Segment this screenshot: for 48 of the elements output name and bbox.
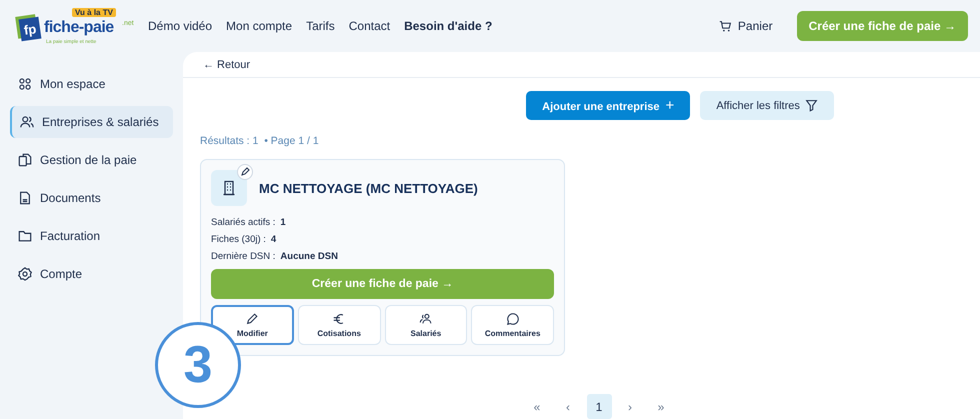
company-name: MC NETTOYAGE (MC NETTOYAGE) — [259, 180, 478, 196]
nav-link[interactable]: Besoin d'aide ? — [404, 19, 492, 33]
nav-link[interactable]: Tarifs — [306, 19, 335, 33]
stat-label: Salariés actifs : — [211, 217, 276, 228]
nav-link[interactable]: Démo vidéo — [148, 19, 212, 33]
sidebar-item[interactable]: Compte — [10, 258, 173, 290]
action-button[interactable]: Commentaires — [471, 305, 554, 345]
users-icon — [20, 115, 34, 129]
filter-icon — [804, 99, 818, 112]
logo-mark: fp — [18, 16, 42, 42]
sidebar-item[interactable]: Facturation — [10, 220, 173, 252]
action-button[interactable]: Salariés — [384, 305, 468, 345]
cart-link[interactable]: Panier — [738, 19, 773, 33]
chat-icon — [506, 312, 520, 326]
pagination-button[interactable]: 1 — [586, 394, 612, 419]
stat-label: Fiches (30j) : — [211, 234, 266, 245]
doc-icon — [18, 191, 32, 205]
action-button[interactable]: Modifier — [211, 305, 294, 345]
stat-value: Aucune DSN — [280, 251, 338, 262]
back-link[interactable]: ← Retour — [203, 58, 250, 70]
show-filters-button[interactable]: Afficher les filtres — [700, 91, 834, 120]
stat-label: Dernière DSN : — [211, 251, 276, 262]
logo-name: fiche-paie — [44, 19, 114, 37]
stat-value: 4 — [270, 234, 276, 245]
building-icon — [221, 180, 237, 196]
sidebar-item[interactable]: Documents — [10, 182, 173, 214]
files-icon — [18, 153, 32, 167]
pagination-button[interactable]: « — [524, 394, 550, 419]
pencil-icon — [245, 312, 260, 326]
stat-value: 1 — [280, 217, 286, 228]
add-company-button[interactable]: Ajouter une entreprise + — [526, 91, 690, 120]
sidebar-item[interactable]: Gestion de la paie — [10, 144, 173, 176]
nav-link[interactable]: Contact — [348, 19, 390, 33]
pagination-button[interactable]: » — [648, 394, 674, 419]
sidebar-item[interactable]: Entreprises & salariés — [10, 106, 173, 138]
sidebar-item[interactable]: Mon espace — [10, 68, 173, 100]
gear-icon — [18, 267, 32, 281]
users-icon — [418, 312, 433, 326]
action-button[interactable]: Cotisations — [298, 305, 380, 345]
cart-icon — [718, 20, 732, 32]
nav-link[interactable]: Mon compte — [226, 19, 292, 33]
pagination-button[interactable]: › — [618, 394, 642, 419]
folder-icon — [18, 229, 32, 243]
edit-icon[interactable] — [237, 164, 253, 180]
tv-badge: Vu à la TV — [72, 8, 116, 17]
pagination-button[interactable]: ‹ — [556, 394, 580, 419]
grid-icon — [18, 77, 32, 91]
results-summary: Résultats : 1 • Page 1 / 1 — [200, 135, 320, 147]
